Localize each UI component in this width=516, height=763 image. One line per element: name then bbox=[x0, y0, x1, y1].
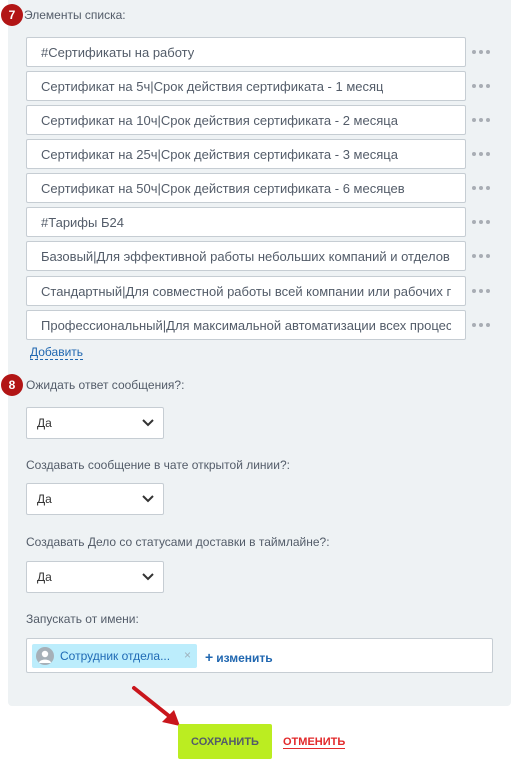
chevron-down-icon bbox=[142, 573, 154, 581]
more-options-icon[interactable] bbox=[472, 251, 490, 261]
cancel-link[interactable]: ОТМЕНИТЬ bbox=[283, 736, 346, 749]
add-item-link[interactable]: Добавить bbox=[30, 345, 84, 360]
list-item-input[interactable]: #Тарифы Б24 bbox=[26, 207, 466, 237]
more-options-icon[interactable] bbox=[472, 115, 490, 125]
chevron-down-icon bbox=[142, 495, 154, 503]
run-as-label: Запускать от имени: bbox=[26, 612, 139, 626]
change-user-label: изменить bbox=[216, 651, 273, 665]
list-elements-label: Элементы списка: bbox=[24, 8, 126, 22]
list-item-text: #Сертификаты на работу bbox=[41, 44, 195, 60]
more-options-icon[interactable] bbox=[472, 183, 490, 193]
wait-response-value: Да bbox=[37, 416, 52, 430]
plus-icon: + bbox=[205, 649, 214, 665]
list-item-text: Сертификат на 10ч|Срок действия сертифик… bbox=[41, 112, 398, 128]
list-item-input[interactable]: Сертификат на 10ч|Срок действия сертифик… bbox=[26, 105, 466, 135]
list-item-input[interactable]: Сертификат на 50ч|Срок действия сертифик… bbox=[26, 173, 466, 203]
list-item-text: Профессиональный|Для максимальной автома… bbox=[41, 317, 451, 333]
more-options-icon[interactable] bbox=[472, 320, 490, 330]
create-message-select[interactable]: Да bbox=[26, 483, 164, 515]
create-task-value: Да bbox=[37, 570, 52, 584]
step-badge-8: 8 bbox=[1, 374, 23, 396]
list-item-input[interactable]: #Сертификаты на работу bbox=[26, 37, 466, 67]
list-item-text: Сертификат на 5ч|Срок действия сертифика… bbox=[41, 78, 384, 94]
list-item-input[interactable]: Сертификат на 25ч|Срок действия сертифик… bbox=[26, 139, 466, 169]
create-task-select[interactable]: Да bbox=[26, 561, 164, 593]
more-options-icon[interactable] bbox=[472, 286, 490, 296]
create-message-label: Создавать сообщение в чате открытой лини… bbox=[26, 458, 290, 472]
list-item-input[interactable]: Базовый|Для эффективной работы небольших… bbox=[26, 241, 466, 271]
more-options-icon[interactable] bbox=[472, 149, 490, 159]
list-item-text: #Тарифы Б24 bbox=[41, 214, 124, 230]
wait-response-select[interactable]: Да bbox=[26, 407, 164, 439]
list-item-text: Базовый|Для эффективной работы небольших… bbox=[41, 248, 451, 264]
create-message-value: Да bbox=[37, 492, 52, 506]
more-options-icon[interactable] bbox=[472, 81, 490, 91]
run-as-selector[interactable]: Сотрудник отдела... × + изменить bbox=[26, 638, 493, 673]
user-name: Сотрудник отдела... bbox=[60, 649, 171, 663]
user-avatar-icon bbox=[36, 647, 54, 665]
list-item-text: Сертификат на 50ч|Срок действия сертифик… bbox=[41, 180, 405, 196]
save-button[interactable]: СОХРАНИТЬ bbox=[178, 724, 272, 759]
step-badge-7: 7 bbox=[1, 4, 23, 26]
list-item-text: Сертификат на 25ч|Срок действия сертифик… bbox=[41, 146, 398, 162]
red-arrow-icon bbox=[132, 686, 180, 726]
change-user-link[interactable]: + изменить bbox=[205, 649, 273, 665]
list-item-input[interactable]: Сертификат на 5ч|Срок действия сертифика… bbox=[26, 71, 466, 101]
list-item-input[interactable]: Профессиональный|Для максимальной автома… bbox=[26, 310, 466, 340]
wait-response-label: Ожидать ответ сообщения?: bbox=[26, 378, 185, 392]
chevron-down-icon bbox=[142, 419, 154, 427]
list-item-input[interactable]: Стандартный|Для совместной работы всей к… bbox=[26, 276, 466, 306]
remove-user-icon[interactable]: × bbox=[184, 648, 191, 662]
user-tag[interactable]: Сотрудник отдела... × bbox=[32, 644, 197, 668]
create-task-label: Создавать Дело со статусами доставки в т… bbox=[26, 535, 330, 549]
list-item-text: Стандартный|Для совместной работы всей к… bbox=[41, 283, 451, 299]
more-options-icon[interactable] bbox=[472, 47, 490, 57]
more-options-icon[interactable] bbox=[472, 217, 490, 227]
